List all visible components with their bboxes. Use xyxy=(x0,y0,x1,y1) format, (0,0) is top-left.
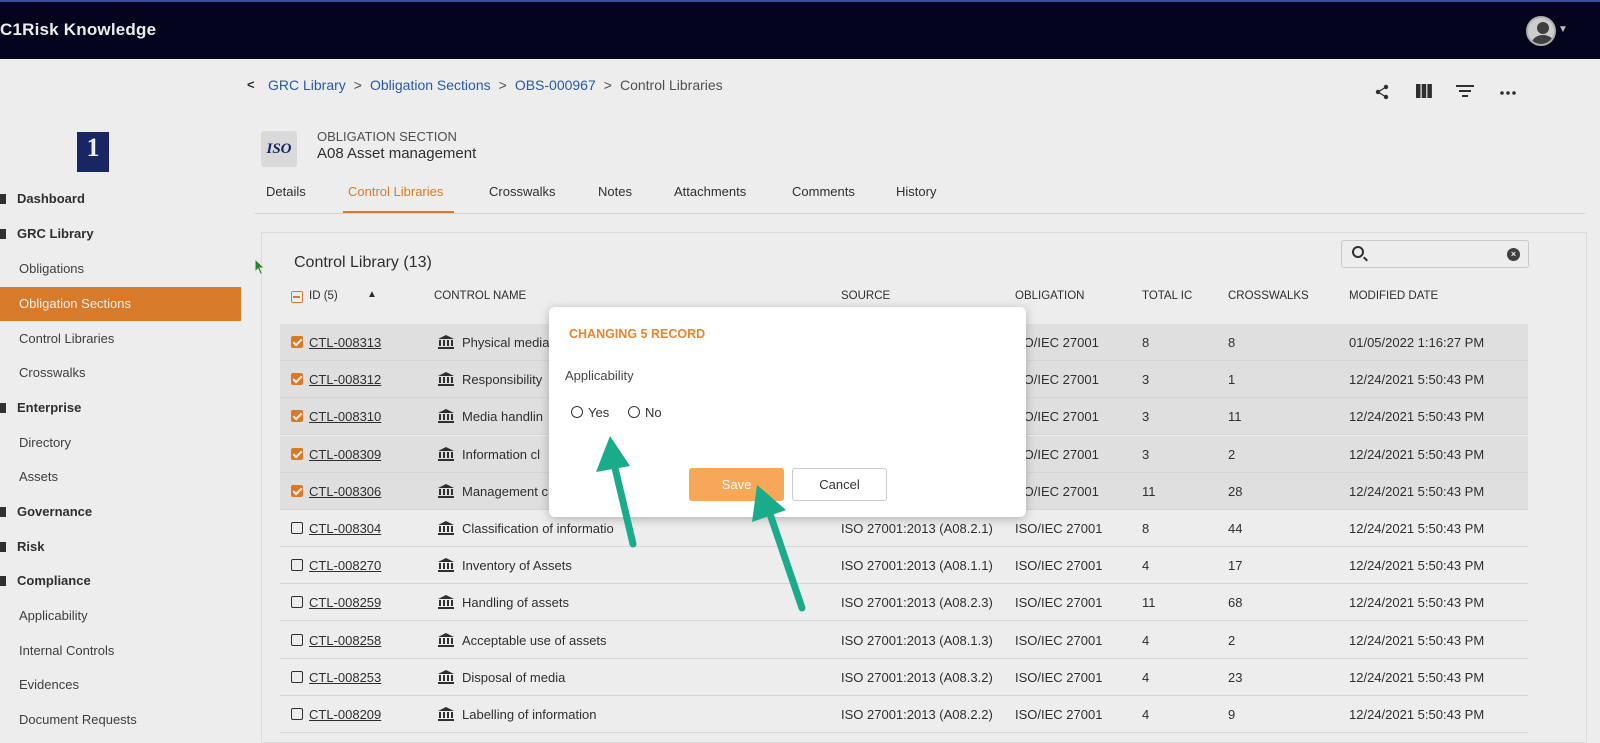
applicability-label: Applicability xyxy=(565,368,634,383)
cancel-button[interactable]: Cancel xyxy=(792,468,887,501)
radio-yes-label[interactable]: Yes xyxy=(588,405,609,420)
save-button[interactable]: Save xyxy=(689,468,784,501)
radio-no-label[interactable]: No xyxy=(645,405,662,420)
radio-no-circle[interactable] xyxy=(628,406,640,418)
radio-yes-circle[interactable] xyxy=(571,406,583,418)
dialog-title: CHANGING 5 RECORD xyxy=(569,327,706,341)
bulk-edit-dialog: CHANGING 5 RECORD Applicability Yes No S… xyxy=(549,307,1026,517)
